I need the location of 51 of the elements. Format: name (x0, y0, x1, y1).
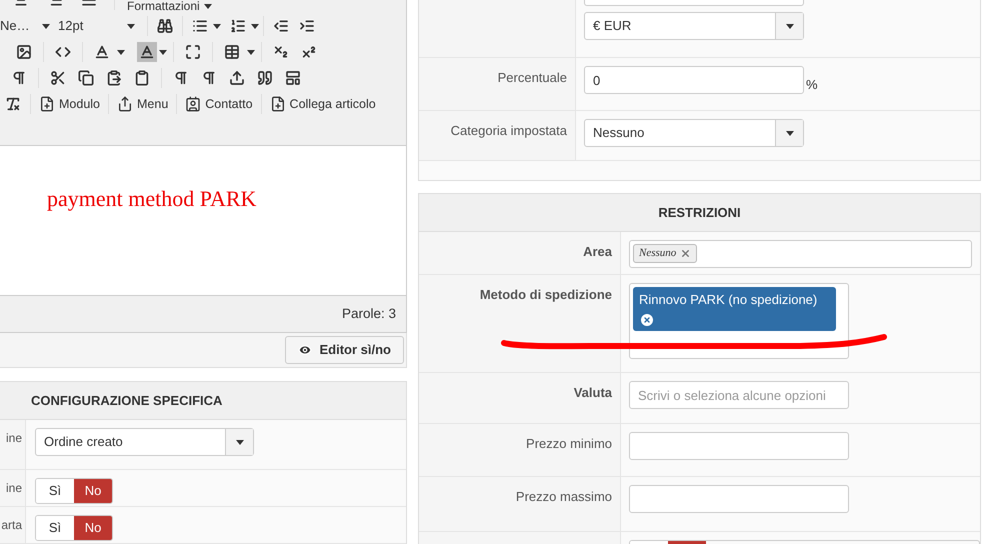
section-header: CONFIGURAZIONE SPECIFICA (0, 382, 406, 420)
caret-icon (236, 440, 244, 444)
caret-icon (204, 4, 212, 9)
caret-icon (127, 24, 135, 28)
tag-pill: Rinnovo PARK (no spedizione) (633, 287, 836, 330)
remove-icon (680, 248, 692, 259)
input-field[interactable] (629, 485, 849, 513)
input-field[interactable]: 0 (584, 66, 804, 94)
percent-sign: % (806, 76, 818, 94)
select-field[interactable]: € EUR (584, 12, 804, 40)
toggle-switch[interactable]: Sì No (35, 515, 113, 541)
caret-icon (247, 50, 255, 54)
field-label: arta (1, 517, 22, 534)
remove-icon (639, 312, 655, 328)
font-family-select[interactable]: Ne… (0, 16, 50, 36)
caret-icon (159, 50, 167, 54)
editor-toggle-button[interactable]: Editor sì/no (284, 336, 404, 364)
font-size-select[interactable]: 12pt (58, 16, 143, 36)
word-count: Parole: 3 (342, 304, 396, 323)
field-label: ine (6, 480, 22, 497)
field-label: Categoria impostata (450, 123, 567, 138)
insert-button[interactable]: Collega articolo (266, 94, 380, 114)
section-header: RESTRIZIONI (419, 194, 980, 232)
format-menu[interactable]: Formattazioni (127, 0, 212, 13)
field-label: Valuta (574, 385, 612, 400)
caret-icon (213, 24, 221, 28)
toggle-switch[interactable]: Sì No (35, 478, 113, 504)
caret-icon (786, 24, 794, 28)
input-field[interactable]: Scrivi o seleziona alcune opzioni (629, 381, 849, 409)
field-label: Prezzo massimo (516, 489, 612, 504)
eye-icon (298, 343, 312, 357)
select-field[interactable]: Ordine creato (35, 428, 254, 456)
insert-button[interactable]: Modulo (35, 94, 104, 114)
highlight-color-icon[interactable] (137, 42, 157, 62)
insert-button[interactable]: Menu (113, 94, 172, 114)
caret-icon (42, 24, 50, 28)
field-label: Percentuale (498, 70, 567, 85)
caret-icon (117, 50, 125, 54)
field-label: ine (6, 430, 22, 447)
field-label: Prezzo minimo (526, 436, 612, 451)
tag-input[interactable]: Rinnovo PARK (no spedizione) (629, 283, 849, 359)
editor-text: payment method PARK (47, 185, 258, 213)
tag-input[interactable]: Nessuno (629, 240, 972, 268)
insert-button[interactable]: Contatto (181, 94, 257, 114)
field-label: Metodo di spedizione (480, 287, 612, 302)
field-label: Area (583, 244, 612, 259)
tag-chip: Nessuno (633, 244, 698, 263)
caret-icon (251, 24, 259, 28)
input-field[interactable] (629, 432, 849, 460)
select-field[interactable]: Nessuno (584, 119, 804, 147)
caret-icon (786, 130, 794, 136)
